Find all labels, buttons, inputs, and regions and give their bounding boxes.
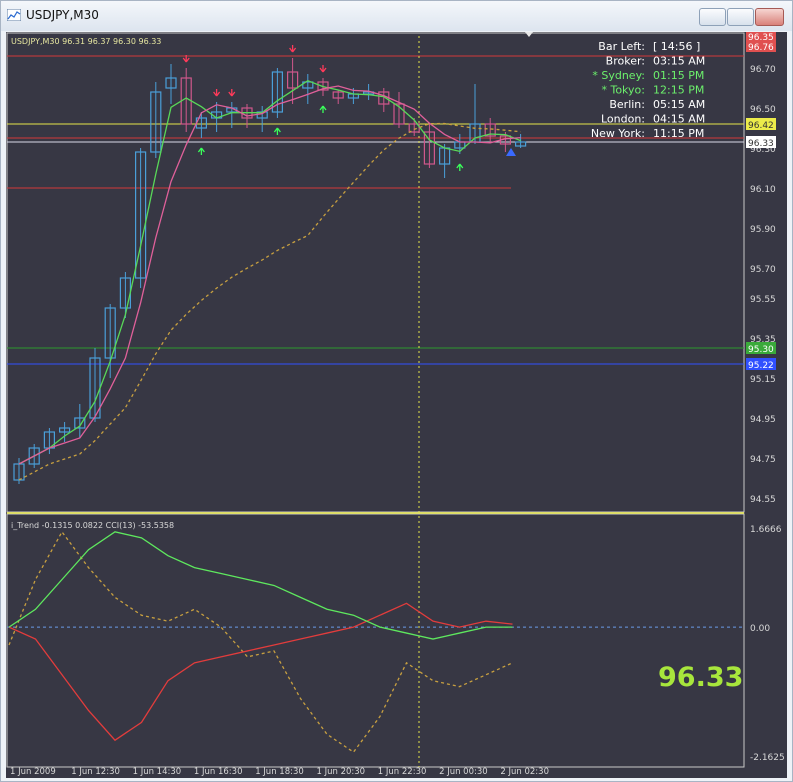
price-axis-label: 94.75	[750, 455, 776, 465]
time-axis-label: 1 Jun 14:30	[133, 767, 182, 777]
cci-dashed-line	[8, 530, 513, 754]
indicator-plot-frame	[6, 513, 745, 768]
up-arrow-icon	[197, 147, 205, 155]
price-tag-label: 96.76	[748, 43, 774, 53]
session-label: * Tokyo:	[601, 84, 645, 97]
session-label: * Sydney:	[592, 69, 645, 82]
price-axis-label: 95.55	[750, 295, 776, 305]
window-titlebar[interactable]: USDJPY,M30	[1, 1, 792, 31]
price-axis-label: 94.55	[750, 495, 776, 505]
ma-long-dashed-line	[18, 122, 521, 481]
window-title: USDJPY,M30	[26, 8, 99, 22]
session-value: 11:15 PM	[653, 127, 704, 140]
down-arrow-icon	[289, 45, 297, 53]
price-axis-label: 94.95	[750, 415, 776, 425]
time-axis-label: 2 Jun 02:30	[500, 767, 549, 777]
time-axis-label: 1 Jun 22:30	[378, 767, 427, 777]
maximize-button[interactable]	[727, 8, 754, 26]
chart-app-icon	[7, 9, 21, 21]
time-axis-label: 1 Jun 16:30	[194, 767, 243, 777]
close-button[interactable]	[755, 8, 784, 26]
down-arrow-icon	[228, 89, 236, 97]
time-axis-label: 1 Jun 18:30	[255, 767, 304, 777]
session-label: New York:	[591, 127, 645, 140]
session-value: 04:15 AM	[653, 113, 705, 126]
session-label: Berlin:	[609, 98, 645, 111]
current-bar-marker-icon	[506, 148, 516, 156]
time-axis-label: 1 Jun 2009	[10, 767, 56, 777]
price-axis-label: 96.50	[750, 105, 776, 115]
trend-green-line	[8, 531, 513, 640]
trend-red-line	[8, 602, 513, 742]
price-tag-label: 96.42	[748, 121, 774, 131]
session-value: [ 14:56 ]	[653, 40, 700, 53]
price-axis-label: 95.15	[750, 375, 776, 385]
big-price-readout: 96.33	[658, 662, 743, 693]
mt4-chart-window: USDJPY,M30 96.70 96.50 96.30 96.10 95.90 95.7…	[0, 0, 793, 782]
indicator-axis-label: 1.6666	[750, 525, 782, 535]
chart-area[interactable]: 96.70 96.50 96.30 96.10 95.90 95.70 95.55 95.35…	[6, 32, 787, 778]
price-tag-label: 96.33	[748, 139, 774, 149]
price-axis-label: 96.70	[750, 65, 776, 75]
up-arrow-icon	[456, 163, 464, 171]
session-label: Broker:	[606, 55, 645, 68]
price-tag-label: 95.22	[748, 361, 774, 371]
ma-slow-line	[18, 85, 521, 465]
up-arrow-icon	[273, 127, 281, 135]
time-axis-label: 2 Jun 00:30	[439, 767, 488, 777]
price-axis-label: 95.90	[750, 225, 776, 235]
session-label: London:	[601, 113, 645, 126]
down-arrow-icon	[319, 65, 327, 73]
session-value: 01:15 PM	[653, 69, 704, 82]
time-axis-label: 1 Jun 20:30	[317, 767, 366, 777]
session-label: Bar Left:	[598, 40, 645, 53]
indicator-axis-label: 0.00	[750, 624, 770, 634]
up-arrow-icon	[319, 105, 327, 113]
minimize-button[interactable]	[699, 8, 726, 26]
price-tag-label: 95.30	[748, 345, 774, 355]
chart-info-label: USDJPY,M30 96.31 96.37 96.30 96.33	[11, 37, 161, 46]
price-axis-label: 95.70	[750, 265, 776, 275]
session-value: 05:15 AM	[653, 98, 705, 111]
down-arrow-icon	[213, 89, 221, 97]
indicator-label: i_Trend -0.1315 0.0822 CCI(13) -53.5358	[11, 521, 174, 530]
session-value: 03:15 AM	[653, 55, 705, 68]
price-axis-label: 96.10	[750, 185, 776, 195]
shift-marker-icon[interactable]	[525, 32, 533, 37]
indicator-axis-label: -2.1625	[750, 753, 785, 763]
time-axis-label: 1 Jun 12:30	[71, 767, 120, 777]
session-value: 12:15 PM	[653, 84, 704, 97]
chart-canvas[interactable]: 96.7096.5096.3096.1095.9095.7095.5595.35…	[6, 32, 787, 778]
